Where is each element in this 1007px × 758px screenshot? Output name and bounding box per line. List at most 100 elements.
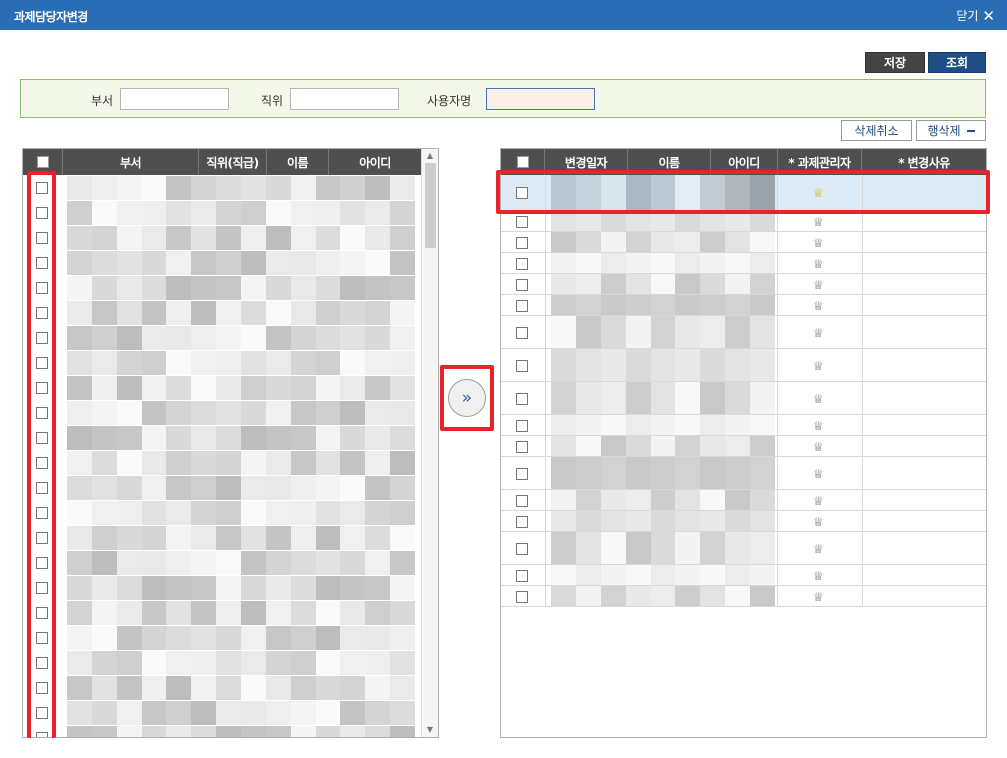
table-row[interactable]: ♕ [501, 457, 986, 490]
undo-delete-button[interactable]: 삭제취소 [841, 120, 912, 141]
table-row[interactable] [23, 575, 421, 600]
redacted-cells [67, 200, 416, 225]
row-checkbox[interactable] [516, 300, 528, 312]
redacted-cells [67, 550, 416, 575]
table-row[interactable] [23, 225, 421, 250]
table-row[interactable] [23, 375, 421, 400]
select-all-checkbox[interactable] [36, 156, 49, 168]
redacted-cells [551, 349, 776, 381]
table-row[interactable]: ♕ [501, 565, 986, 586]
scroll-down-icon[interactable]: ▼ [422, 723, 438, 737]
crown-icon[interactable]: ♕ [813, 257, 824, 271]
crown-icon[interactable]: ♕ [813, 359, 824, 373]
vertical-scrollbar[interactable]: ▲ ▼ [421, 149, 438, 737]
table-row[interactable] [23, 550, 421, 575]
table-row[interactable]: ♕ [501, 436, 986, 457]
column-divider [862, 436, 863, 456]
scroll-thumb[interactable] [425, 163, 436, 248]
row-checkbox[interactable] [516, 570, 528, 582]
crown-icon[interactable]: ♕ [813, 326, 824, 340]
table-row[interactable] [23, 175, 421, 200]
crown-icon[interactable]: ♕ [813, 440, 824, 454]
table-row[interactable] [23, 400, 421, 425]
table-row[interactable] [23, 275, 421, 300]
table-row[interactable] [23, 725, 421, 737]
position-input[interactable] [290, 88, 399, 110]
row-checkbox[interactable] [516, 279, 528, 291]
table-row[interactable]: ♕ [501, 295, 986, 316]
row-checkbox[interactable] [516, 441, 528, 453]
header-position[interactable]: 직위(직급) [199, 149, 267, 175]
column-divider [545, 436, 546, 456]
crown-icon[interactable]: ♕ [813, 569, 824, 583]
crown-icon[interactable]: ♕ [813, 542, 824, 556]
row-checkbox[interactable] [516, 216, 528, 228]
table-row[interactable] [23, 300, 421, 325]
table-row[interactable]: ♕ [501, 532, 986, 565]
row-checkbox[interactable] [516, 237, 528, 249]
table-row[interactable]: ♕ [501, 211, 986, 232]
header-dept[interactable]: 부서 [63, 149, 199, 175]
table-row[interactable] [23, 250, 421, 275]
crown-icon[interactable]: ♕ [813, 419, 824, 433]
table-row[interactable] [23, 350, 421, 375]
table-row[interactable] [23, 600, 421, 625]
row-checkbox[interactable] [516, 591, 528, 603]
row-checkbox[interactable] [516, 468, 528, 480]
crown-icon[interactable]: ♕ [813, 278, 824, 292]
crown-icon[interactable]: ♕ [813, 236, 824, 250]
row-delete-button[interactable]: 행삭제 [916, 120, 986, 141]
crown-icon[interactable]: ♕ [813, 590, 824, 604]
crown-icon[interactable]: ♕ [813, 299, 824, 313]
table-row[interactable]: ♕ [501, 349, 986, 382]
select-all-checkbox[interactable] [516, 156, 529, 168]
row-checkbox[interactable] [516, 360, 528, 372]
row-checkbox[interactable] [516, 420, 528, 432]
table-row[interactable] [23, 325, 421, 350]
row-checkbox[interactable] [516, 327, 528, 339]
header-name[interactable]: 이름 [267, 149, 329, 175]
crown-icon[interactable]: ♕ [813, 467, 824, 481]
crown-icon[interactable]: ♕ [813, 215, 824, 229]
crown-icon[interactable]: ♕ [813, 515, 824, 529]
table-row[interactable]: ♕ [501, 253, 986, 274]
table-row[interactable]: ♕ [501, 382, 986, 415]
column-divider [862, 511, 863, 531]
crown-icon[interactable]: ♕ [813, 494, 824, 508]
row-checkbox[interactable] [516, 516, 528, 528]
column-divider [862, 532, 863, 564]
column-divider [777, 274, 778, 294]
table-row[interactable] [23, 675, 421, 700]
table-row[interactable] [23, 700, 421, 725]
table-row[interactable] [23, 475, 421, 500]
save-button[interactable]: 저장 [865, 52, 925, 73]
row-checkbox[interactable] [516, 543, 528, 555]
row-checkbox[interactable] [516, 393, 528, 405]
table-row[interactable]: ♕ [501, 490, 986, 511]
close-button[interactable]: 닫기 ✕ [956, 7, 995, 24]
column-divider [545, 532, 546, 564]
table-row[interactable] [23, 200, 421, 225]
table-row[interactable]: ♕ [501, 274, 986, 295]
close-icon: ✕ [982, 6, 995, 25]
query-button[interactable]: 조회 [928, 52, 986, 73]
table-row[interactable] [23, 650, 421, 675]
user-name-input[interactable] [486, 88, 595, 110]
header-id[interactable]: 아이디 [329, 149, 421, 175]
dept-input[interactable] [120, 88, 229, 110]
column-divider [777, 511, 778, 531]
table-row[interactable]: ♕ [501, 232, 986, 253]
table-row[interactable]: ♕ [501, 415, 986, 436]
table-row[interactable] [23, 425, 421, 450]
scroll-up-icon[interactable]: ▲ [422, 149, 438, 163]
crown-icon[interactable]: ♕ [813, 392, 824, 406]
table-row[interactable] [23, 500, 421, 525]
table-row[interactable] [23, 625, 421, 650]
table-row[interactable] [23, 525, 421, 550]
table-row[interactable]: ♕ [501, 586, 986, 607]
row-checkbox[interactable] [516, 495, 528, 507]
table-row[interactable]: ♕ [501, 316, 986, 349]
table-row[interactable] [23, 450, 421, 475]
table-row[interactable]: ♕ [501, 511, 986, 532]
row-checkbox[interactable] [516, 258, 528, 270]
